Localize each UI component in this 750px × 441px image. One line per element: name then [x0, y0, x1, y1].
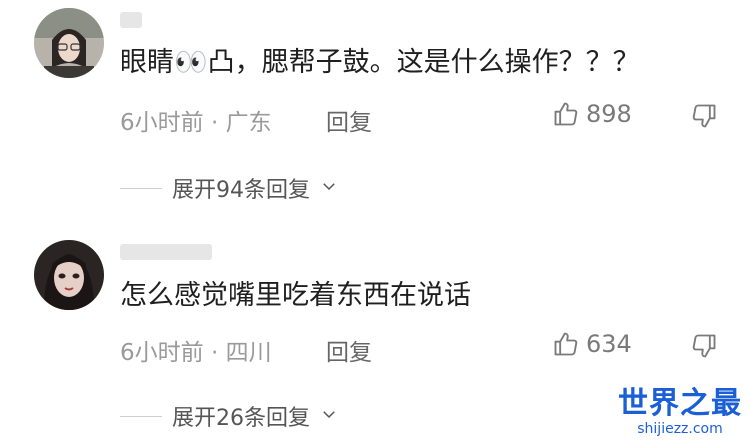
- username[interactable]: [120, 12, 142, 28]
- expand-replies-label: 展开94条回复: [172, 178, 310, 203]
- like-count: 898: [586, 100, 632, 128]
- expand-replies-label: 展开26条回复: [172, 406, 310, 431]
- like-count: 634: [586, 330, 632, 358]
- chevron-down-icon: [320, 404, 338, 429]
- watermark: 世界之最 shijiezz.com: [618, 386, 742, 438]
- dislike-button[interactable]: [690, 332, 718, 360]
- expand-replies-button[interactable]: 展开26条回复: [120, 400, 338, 432]
- expand-replies-button[interactable]: 展开94条回复: [120, 172, 338, 204]
- dislike-button[interactable]: [690, 102, 718, 130]
- like-button[interactable]: 634: [552, 330, 632, 358]
- divider: [120, 187, 162, 189]
- thumbs-up-icon: [552, 330, 580, 358]
- chevron-down-icon: [320, 176, 338, 201]
- thumbs-down-icon: [690, 332, 718, 360]
- comment-text: 怎么感觉嘴里吃着东西在说话: [120, 280, 471, 311]
- reply-button[interactable]: 回复: [326, 103, 372, 137]
- watermark-url: shijiezz.com: [637, 421, 723, 437]
- like-button[interactable]: 898: [552, 100, 632, 128]
- avatar[interactable]: [34, 8, 104, 78]
- divider: [120, 415, 162, 417]
- comment-text: 眼睛👀凸，腮帮子鼓。这是什么操作？？？: [120, 47, 640, 78]
- username[interactable]: [120, 244, 212, 260]
- thumbs-up-icon: [552, 100, 580, 128]
- thumbs-down-icon: [690, 102, 718, 130]
- comment-meta: 6小时前 · 广东: [120, 110, 272, 136]
- watermark-title: 世界之最: [618, 386, 742, 421]
- comment-meta: 6小时前 · 四川: [120, 340, 272, 366]
- avatar[interactable]: [34, 240, 104, 310]
- reply-button[interactable]: 回复: [326, 333, 372, 367]
